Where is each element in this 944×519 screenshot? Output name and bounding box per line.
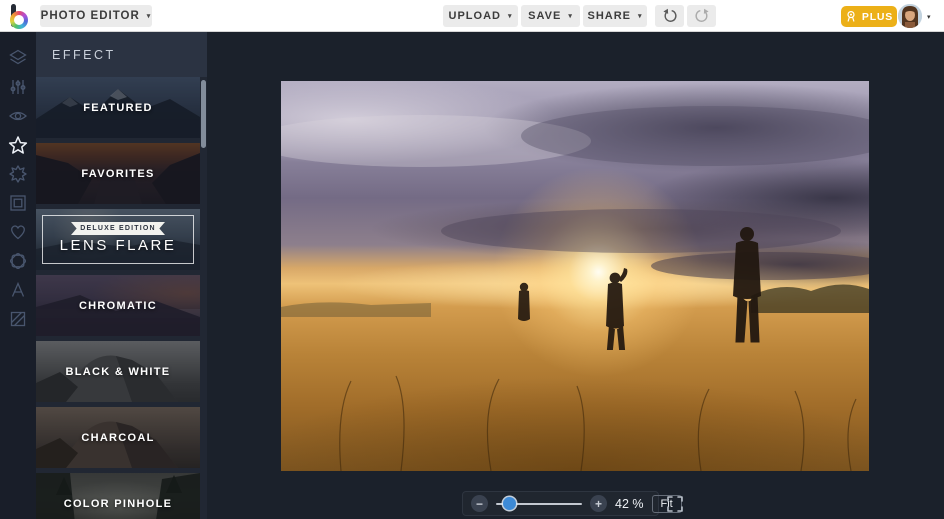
effect-category-label: LENS FLARE	[59, 237, 177, 254]
zoom-in-button[interactable]: +	[590, 495, 607, 512]
deluxe-edition-ribbon: DELUXE EDITION	[71, 222, 165, 235]
redo-button[interactable]	[687, 5, 716, 27]
effect-category-charcoal[interactable]: CHARCOAL	[36, 407, 200, 468]
effect-category-label: CHARCOAL	[81, 431, 155, 444]
share-label: SHARE	[587, 10, 631, 22]
panel-scrollbar[interactable]	[201, 80, 206, 148]
chevron-down-icon: ▾	[507, 12, 513, 20]
effect-category-black-white[interactable]: BLACK & WHITE	[36, 341, 200, 402]
chevron-down-icon: ▾	[638, 12, 643, 20]
zoom-toolbar: − + 42 % Fit	[462, 491, 682, 516]
zoom-out-button[interactable]: −	[471, 495, 488, 512]
zoom-slider-knob[interactable]	[503, 497, 516, 510]
medal-icon	[847, 10, 855, 22]
effect-category-label: COLOR PINHOLE	[63, 497, 173, 510]
plus-upgrade-button[interactable]: PLUS	[841, 6, 897, 27]
effect-category-featured[interactable]: FEATURED	[36, 77, 200, 138]
layers-icon	[9, 49, 27, 64]
artsy-tool-button[interactable]	[0, 159, 36, 188]
save-label: SAVE	[528, 10, 562, 22]
chevron-down-icon: ▾	[146, 12, 152, 20]
sliders-icon	[10, 79, 26, 94]
text-tool-button[interactable]	[0, 275, 36, 304]
effect-category-list: FEATURED FAVORITES DELUXE EDITION LENS F…	[36, 77, 207, 519]
tools-rail	[0, 32, 36, 519]
effects-star-icon	[8, 135, 28, 154]
befunky-logo-icon[interactable]	[9, 3, 33, 29]
topbar: PHOTO EDITOR ▾ UPLOAD ▾ SAVE ▾ SHARE ▾ P…	[0, 0, 944, 32]
eye-icon	[9, 111, 27, 120]
effects-tool-button[interactable]	[0, 130, 36, 159]
zoom-percentage: 42 %	[615, 496, 644, 511]
redo-icon	[694, 8, 709, 22]
upload-label: UPLOAD	[448, 10, 501, 22]
layers-tool-button[interactable]	[0, 43, 36, 72]
zoom-slider[interactable]	[496, 497, 582, 510]
user-avatar[interactable]	[898, 4, 922, 28]
share-button[interactable]: SHARE ▾	[583, 5, 647, 27]
photo-editor-app: PHOTO EDITOR ▾ UPLOAD ▾ SAVE ▾ SHARE ▾ P…	[0, 0, 944, 519]
effect-category-label: FEATURED	[83, 101, 153, 114]
panel-title: EFFECT	[36, 32, 207, 77]
frames-tool-button[interactable]	[0, 188, 36, 217]
touchup-tool-button[interactable]	[0, 101, 36, 130]
frame-icon	[10, 194, 26, 211]
photo-editor-menu-button[interactable]: PHOTO EDITOR ▾	[40, 5, 152, 27]
account-chevron-down-icon[interactable]: ▾	[927, 13, 931, 21]
undo-button[interactable]	[655, 5, 684, 27]
effects-panel: EFFECT FEATURED FAVORITES DELUXE EDITION…	[36, 32, 207, 519]
burst-icon	[9, 164, 27, 183]
effect-category-chromatic[interactable]: CHROMATIC	[36, 275, 200, 336]
graphics-tool-button[interactable]	[0, 246, 36, 275]
upload-button[interactable]: UPLOAD ▾	[443, 5, 518, 27]
avatar-image	[898, 4, 922, 28]
heart-icon	[11, 224, 25, 239]
undo-icon	[662, 8, 677, 22]
effect-category-label: FAVORITES	[81, 167, 155, 180]
effect-category-label: CHROMATIC	[78, 299, 158, 312]
effect-category-color-pinhole[interactable]: COLOR PINHOLE	[36, 473, 200, 519]
editor-canvas: − + 42 % Fit	[207, 32, 944, 519]
texture-icon	[10, 311, 26, 326]
effect-category-favorites[interactable]: FAVORITES	[36, 143, 200, 204]
plus-label: PLUS	[861, 10, 894, 23]
overlays-tool-button[interactable]	[0, 217, 36, 246]
chevron-down-icon: ▾	[568, 12, 573, 20]
seal-badge-icon	[9, 252, 27, 269]
adjustments-tool-button[interactable]	[0, 72, 36, 101]
fullscreen-button[interactable]	[664, 493, 686, 515]
text-icon	[11, 281, 25, 297]
photo-editor-menu-label: PHOTO EDITOR	[40, 10, 140, 22]
photo-detail-overlay	[281, 106, 869, 471]
fullscreen-icon	[667, 496, 683, 512]
effect-category-label: BLACK & WHITE	[65, 365, 171, 378]
effect-category-lens-flare[interactable]: DELUXE EDITION LENS FLARE	[36, 209, 200, 270]
textures-tool-button[interactable]	[0, 304, 36, 333]
photo-image[interactable]	[281, 81, 869, 471]
save-button[interactable]: SAVE ▾	[521, 5, 580, 27]
